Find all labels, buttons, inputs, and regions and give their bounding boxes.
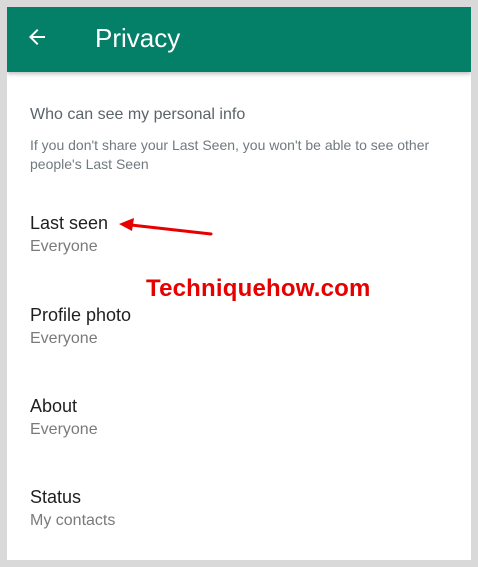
setting-value: Everyone xyxy=(30,421,98,438)
setting-value: Everyone xyxy=(30,238,98,255)
arrow-left-icon xyxy=(25,25,49,54)
back-button[interactable] xyxy=(19,21,55,57)
setting-status[interactable]: Status My contacts xyxy=(7,486,471,556)
privacy-screen: Privacy Who can see my personal info If … xyxy=(7,7,471,560)
setting-title: Profile photo xyxy=(30,305,132,325)
setting-title: About xyxy=(30,396,78,416)
app-bar: Privacy xyxy=(7,7,471,72)
setting-value: Everyone xyxy=(30,330,98,347)
setting-value: My contacts xyxy=(30,512,116,529)
section-header: Who can see my personal info xyxy=(30,106,246,123)
setting-title: Status xyxy=(30,487,82,507)
page-title: Privacy xyxy=(95,23,181,53)
setting-profile-photo[interactable]: Profile photo Everyone xyxy=(7,304,471,374)
watermark: Techniquehow.com xyxy=(146,275,371,302)
annotation-arrow-icon xyxy=(119,218,213,236)
setting-title: Last seen xyxy=(30,213,109,233)
setting-last-seen[interactable]: Last seen Everyone xyxy=(7,212,471,282)
setting-about[interactable]: About Everyone xyxy=(7,395,471,465)
section-description: If you don't share your Last Seen, you w… xyxy=(30,137,430,172)
